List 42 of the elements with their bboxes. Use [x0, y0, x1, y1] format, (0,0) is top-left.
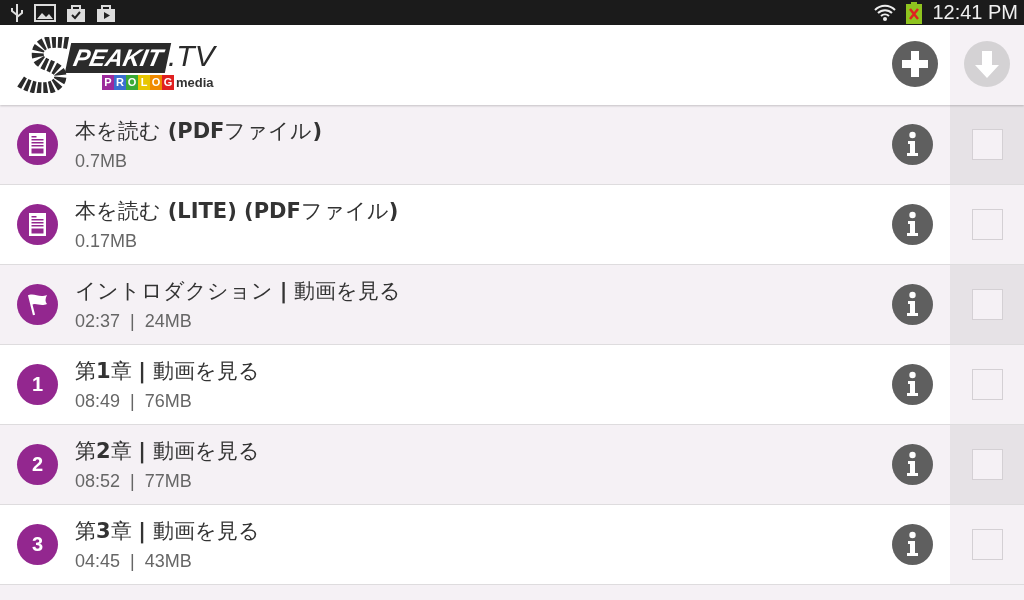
logo-letter: L — [138, 74, 150, 90]
item-title[interactable]: 本を読む (PDFファイル) — [75, 117, 323, 145]
flag-icon — [17, 284, 58, 325]
logo-letter: P — [102, 74, 114, 90]
checkbox[interactable] — [971, 449, 1003, 480]
logo-letter: O — [150, 74, 162, 90]
info-button[interactable] — [892, 284, 933, 325]
logo-letter: O — [126, 74, 138, 90]
checkbox[interactable] — [971, 289, 1003, 320]
item-details: 0.7MB — [75, 151, 128, 172]
item-details: 08:52 | 77MB — [75, 471, 192, 492]
item-title[interactable]: 第1章 | 動画を見る — [75, 357, 260, 385]
document-icon — [17, 124, 58, 165]
checkbox[interactable] — [971, 529, 1003, 560]
item-details: 0.17MB — [75, 231, 138, 252]
clock-time: 12:41 PM — [932, 1, 1018, 24]
logo-letter: G — [162, 74, 174, 90]
battery-icon — [906, 1, 923, 24]
number-badge: 3 — [17, 524, 58, 565]
info-button[interactable] — [892, 364, 933, 405]
item-title[interactable]: 本を読む (LITE) (PDFファイル) — [75, 197, 399, 225]
usb-icon — [10, 2, 24, 23]
info-button[interactable] — [892, 204, 933, 245]
logo-media-text: media — [176, 74, 214, 90]
wifi-icon — [874, 2, 897, 23]
item-details: 02:37 | 24MB — [75, 311, 192, 332]
image-icon — [34, 3, 56, 22]
info-button[interactable] — [892, 124, 933, 165]
checkbox[interactable] — [971, 369, 1003, 400]
item-details: 04:45 | 43MB — [75, 551, 192, 572]
info-button[interactable] — [892, 524, 933, 565]
document-icon — [17, 204, 58, 245]
item-details: 08:49 | 76MB — [75, 391, 192, 412]
logo-letter: R — [114, 74, 126, 90]
item-title[interactable]: 第3章 | 動画を見る — [75, 517, 260, 545]
checkbox[interactable] — [971, 209, 1003, 240]
info-button[interactable] — [892, 444, 933, 485]
checkbox[interactable] — [971, 129, 1003, 160]
number-badge: 1 — [17, 364, 58, 405]
item-title[interactable]: 第2章 | 動画を見る — [75, 437, 260, 465]
item-title[interactable]: イントロダクション | 動画を見る — [75, 277, 402, 305]
number-badge: 2 — [17, 444, 58, 485]
